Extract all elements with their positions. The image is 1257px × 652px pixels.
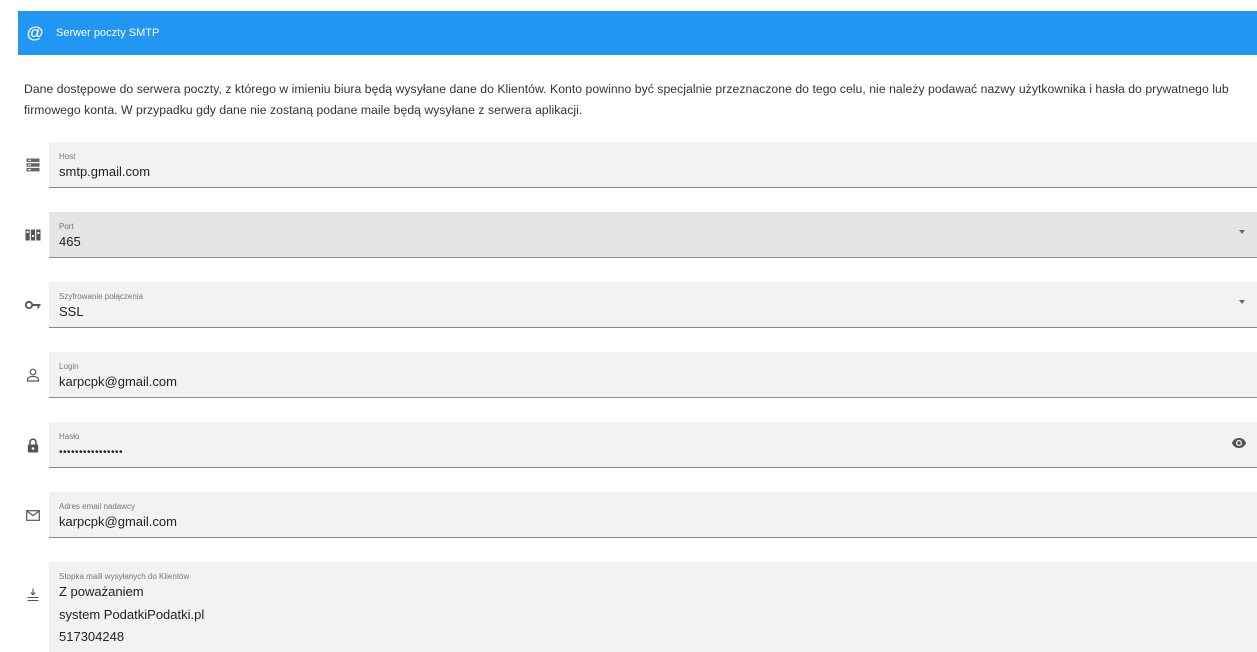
person-icon bbox=[18, 352, 48, 398]
footer-line: system PodatkiPodatki.pl bbox=[59, 607, 205, 622]
envelope-icon bbox=[18, 492, 48, 538]
lock-icon bbox=[18, 422, 48, 468]
encryption-label: Szyfrowanie połączenia bbox=[59, 292, 144, 301]
host-row: Host smtp.gmail.com bbox=[18, 142, 1257, 188]
footer-label: Stopka maili wysyłanych do Klientów bbox=[59, 572, 190, 581]
login-label: Login bbox=[59, 362, 79, 371]
dropdown-arrow-icon[interactable] bbox=[1239, 230, 1245, 234]
login-row: Login karpcpk@gmail.com bbox=[18, 352, 1257, 398]
password-row: Hasło •••••••••••••••• bbox=[18, 422, 1257, 468]
server-icon bbox=[18, 142, 48, 188]
key-icon bbox=[18, 282, 48, 328]
password-label: Hasło bbox=[59, 432, 80, 441]
encryption-row: Szyfrowanie połączenia SSL bbox=[18, 282, 1257, 328]
sender-field[interactable]: Adres email nadawcy karpcpk@gmail.com bbox=[49, 492, 1257, 538]
port-value: 465 bbox=[59, 234, 81, 249]
text-footer-icon bbox=[18, 572, 48, 618]
dropdown-arrow-icon[interactable] bbox=[1239, 300, 1245, 304]
eye-icon[interactable] bbox=[1231, 436, 1247, 454]
password-field[interactable]: Hasło •••••••••••••••• bbox=[49, 422, 1257, 468]
encryption-value: SSL bbox=[59, 304, 84, 319]
sender-row: Adres email nadawcy karpcpk@gmail.com bbox=[18, 492, 1257, 538]
sender-label: Adres email nadawcy bbox=[59, 502, 136, 511]
section-title: Serwer poczty SMTP bbox=[56, 27, 160, 39]
at-icon: @ bbox=[26, 23, 44, 42]
port-icon bbox=[18, 212, 48, 258]
host-field[interactable]: Host smtp.gmail.com bbox=[49, 142, 1257, 188]
host-label: Host bbox=[59, 152, 76, 161]
footer-line: Z poważaniem bbox=[59, 584, 144, 599]
login-input[interactable]: karpcpk@gmail.com bbox=[59, 374, 177, 389]
port-row: Port 465 bbox=[18, 212, 1257, 258]
footer-line: 517304248 bbox=[59, 629, 125, 644]
sender-input[interactable]: karpcpk@gmail.com bbox=[59, 514, 177, 529]
password-input[interactable]: •••••••••••••••• bbox=[59, 447, 123, 458]
footer-row: Stopka maili wysyłanych do Klientów Z po… bbox=[18, 562, 1257, 652]
section-description: Dane dostępowe do serwera poczty, z któr… bbox=[24, 82, 1229, 117]
footer-textarea[interactable]: Stopka maili wysyłanych do Klientów Z po… bbox=[49, 562, 1257, 652]
host-input[interactable]: smtp.gmail.com bbox=[59, 164, 150, 179]
port-label: Port bbox=[59, 222, 74, 231]
smtp-section-header: @ Serwer poczty SMTP bbox=[18, 11, 1257, 55]
port-select[interactable]: Port 465 bbox=[49, 212, 1257, 258]
login-field[interactable]: Login karpcpk@gmail.com bbox=[49, 352, 1257, 398]
encryption-select[interactable]: Szyfrowanie połączenia SSL bbox=[49, 282, 1257, 328]
